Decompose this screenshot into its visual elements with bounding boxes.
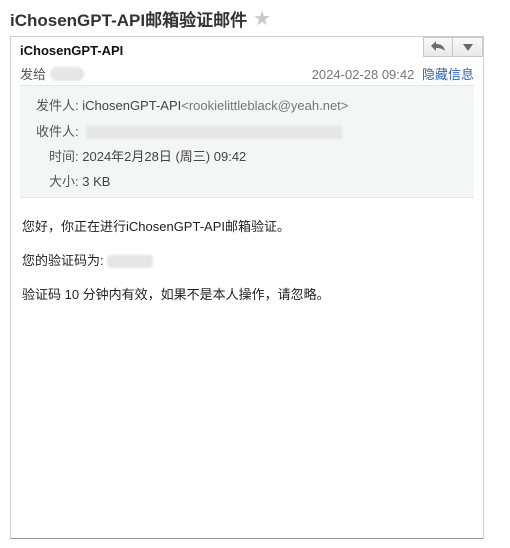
from-email[interactable]: <rookielittleblack@yeah.net>: [181, 98, 348, 113]
size-label: 大小:: [49, 174, 79, 189]
hide-info-link[interactable]: 隐藏信息: [422, 67, 474, 82]
size-value: 3 KB: [82, 174, 111, 189]
to-redacted: [86, 126, 343, 140]
date-row: 2024-02-28 09:42 隐藏信息: [312, 64, 474, 83]
reply-button[interactable]: [423, 37, 453, 57]
to-detail-label: 收件人:: [36, 124, 79, 139]
dropdown-icon: [462, 40, 473, 55]
code-label: 您的验证码为:: [22, 253, 104, 268]
time-line: 时间: 2024年2月28日 (周三) 09:42: [49, 146, 246, 165]
greeting-line: 您好，你正在进行iChosenGPT-API邮箱验证。: [22, 219, 290, 234]
reply-icon: [430, 40, 446, 55]
email-subject: iChosenGPT-API邮箱验证邮件: [10, 10, 248, 30]
more-actions-button[interactable]: [453, 37, 483, 57]
to-label: 发给: [20, 67, 47, 82]
recipient-redacted: [50, 66, 85, 81]
star-icon[interactable]: ★: [253, 6, 271, 31]
reply-button-group: [423, 37, 483, 57]
received-date: 2024-02-28 09:42: [311, 67, 415, 82]
size-line: 大小: 3 KB: [49, 171, 110, 190]
from-line: 发件人: iChosenGPT-API<rookielittleblack@ye…: [36, 95, 348, 114]
email-card: iChosenGPT-API 发给 2024-02-28 09:42 隐藏信息 …: [10, 36, 484, 539]
to-line: 收件人:: [36, 121, 343, 140]
subject-bar: iChosenGPT-API邮箱验证邮件 ★: [0, 0, 510, 36]
time-value: 2024年2月28日 (周三) 09:42: [82, 149, 247, 164]
verification-code-redacted: [107, 255, 154, 269]
recipient-row: 发给: [20, 64, 85, 83]
sender-name: iChosenGPT-API: [20, 43, 124, 58]
details-panel: 发件人: iChosenGPT-API<rookielittleblack@ye…: [20, 85, 474, 198]
time-label: 时间:: [49, 149, 79, 164]
validity-line: 验证码 10 分钟内有效，如果不是本人操作，请忽略。: [22, 287, 330, 302]
from-name[interactable]: iChosenGPT-API: [82, 98, 181, 113]
code-line: 您的验证码为:: [22, 250, 154, 269]
from-label: 发件人:: [36, 98, 79, 113]
